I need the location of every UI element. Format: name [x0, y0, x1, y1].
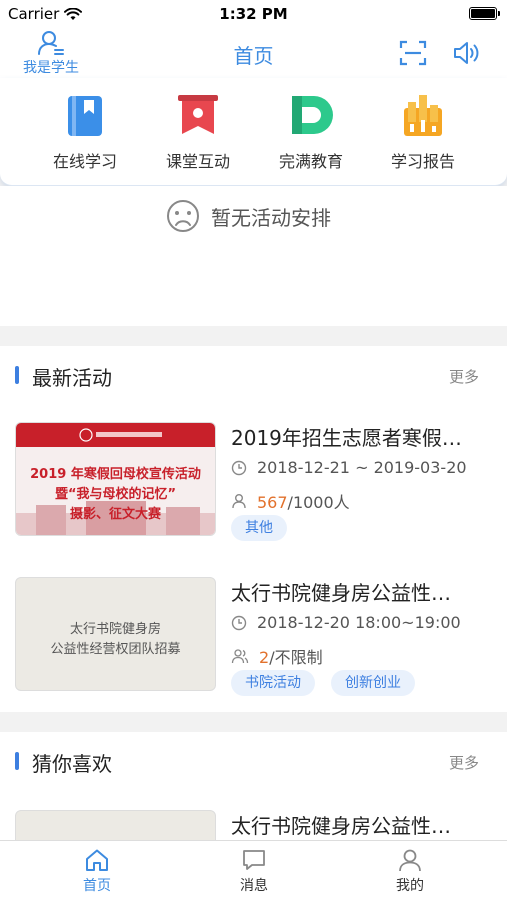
clock-icon — [231, 460, 247, 475]
activity-time-row: 2018-12-21 ~ 2019-03-20 — [231, 458, 467, 477]
sad-face-icon — [167, 200, 199, 232]
battery-icon — [469, 7, 500, 20]
report-icon — [404, 95, 442, 136]
empty-text: 暂无活动安排 — [211, 205, 331, 230]
recommend-section: 猜你喜欢 更多 太行书院健身房公益性… — [0, 732, 507, 840]
poster-line: 2019 年寒假回母校宣传活动 — [30, 467, 201, 482]
speaker-icon[interactable] — [452, 40, 482, 66]
activity-poster: 太行书院健身房 公益性经营权团队招募 — [15, 577, 216, 691]
quick-menu: 在线学习 课堂互动 完满教育 学习报告 — [0, 78, 507, 186]
banner-icon — [178, 95, 218, 134]
more-link[interactable]: 更多 — [449, 366, 479, 387]
activity-title: 2019年招生志愿者寒假… — [231, 426, 462, 450]
message-icon — [243, 850, 265, 870]
count-rest: /不限制 — [269, 648, 323, 667]
nav-bar: 我是学生 首页 — [0, 28, 507, 78]
tab-home[interactable]: 首页 — [57, 848, 137, 895]
count-highlight: 567 — [257, 493, 288, 512]
section-header: 猜你喜欢 更多 — [0, 732, 507, 790]
activity-count-row: 567/1000人 — [231, 489, 350, 513]
activity-count: 2/不限制 — [259, 644, 323, 668]
activity-count: 567/1000人 — [257, 489, 350, 513]
person-icon — [232, 494, 246, 509]
poster-line: 太行书院健身房 — [69, 622, 161, 637]
scan-icon[interactable] — [399, 40, 427, 66]
menu-class-interaction[interactable]: 课堂互动 — [143, 92, 253, 172]
profile-icon — [399, 849, 421, 872]
people-icon — [231, 649, 249, 664]
menu-label: 完满教育 — [278, 152, 343, 171]
count-highlight: 2 — [259, 648, 270, 667]
tab-label: 我的 — [396, 878, 424, 894]
section-accent-bar — [15, 752, 19, 770]
section-title: 猜你喜欢 — [32, 752, 112, 776]
clock-icon — [231, 615, 247, 630]
poster-line: 摄影、征文大赛 — [69, 507, 161, 522]
menu-learning-report[interactable]: 学习报告 — [368, 92, 478, 172]
activity-card[interactable]: 太行书院健身房 公益性经营权团队招募 太行书院健身房公益性… 2018-12-2… — [0, 577, 507, 697]
activity-card[interactable]: 2019 年寒假回母校宣传活动 暨“我与母校的记忆” 摄影、征文大赛 2019年… — [0, 422, 507, 542]
tab-messages[interactable]: 消息 — [214, 848, 294, 895]
activity-title: 太行书院健身房公益性… — [231, 581, 451, 605]
menu-label: 课堂互动 — [165, 152, 230, 171]
menu-label: 在线学习 — [52, 152, 117, 171]
latest-activities-section: 最新活动 更多 2019 年寒假回母校宣传活动 暨“我与母校的记忆” 摄影、征文… — [0, 346, 507, 712]
book-icon — [68, 96, 102, 136]
section-header: 最新活动 更多 — [0, 346, 507, 404]
count-rest: /1000人 — [287, 493, 350, 512]
status-time: 1:32 PM — [219, 5, 288, 23]
menu-label: 学习报告 — [390, 152, 455, 171]
poster-line: 公益性经营权团队招募 — [50, 642, 181, 657]
section-title: 最新活动 — [32, 366, 112, 390]
activity-count-row: 2/不限制 — [231, 644, 323, 668]
activity-title: 太行书院健身房公益性… — [231, 814, 451, 838]
menu-complete-education[interactable]: 完满教育 — [256, 92, 366, 172]
poster-line: 暨“我与母校的记忆” — [54, 487, 177, 502]
activity-tag[interactable]: 书院活动 — [231, 670, 315, 696]
menu-online-learning[interactable]: 在线学习 — [30, 92, 140, 172]
activity-tag[interactable]: 创新创业 — [331, 670, 415, 696]
activity-card[interactable]: 太行书院健身房公益性… — [0, 810, 507, 840]
tab-label: 首页 — [83, 878, 111, 894]
schedule-area: 暂无活动安排 — [0, 186, 507, 326]
more-link[interactable]: 更多 — [449, 752, 479, 773]
tab-profile[interactable]: 我的 — [370, 848, 450, 895]
activity-time: 2018-12-21 ~ 2019-03-20 — [257, 458, 467, 477]
tab-label: 消息 — [240, 878, 268, 894]
home-icon — [86, 849, 108, 871]
tab-bar: 首页 消息 我的 — [0, 840, 507, 900]
activity-poster: 2019 年寒假回母校宣传活动 暨“我与母校的记忆” 摄影、征文大赛 — [15, 422, 216, 536]
activity-time-row: 2018-12-20 18:00~19:00 — [231, 613, 461, 632]
activity-poster — [15, 810, 216, 840]
status-bar: Carrier 1:32 PM — [0, 0, 507, 28]
page-title: 首页 — [233, 44, 274, 68]
d-logo-icon — [292, 96, 333, 134]
activity-tag[interactable]: 其他 — [231, 515, 287, 541]
empty-state: 暂无活动安排 — [165, 198, 331, 234]
activity-time: 2018-12-20 18:00~19:00 — [257, 613, 461, 632]
section-accent-bar — [15, 366, 19, 384]
